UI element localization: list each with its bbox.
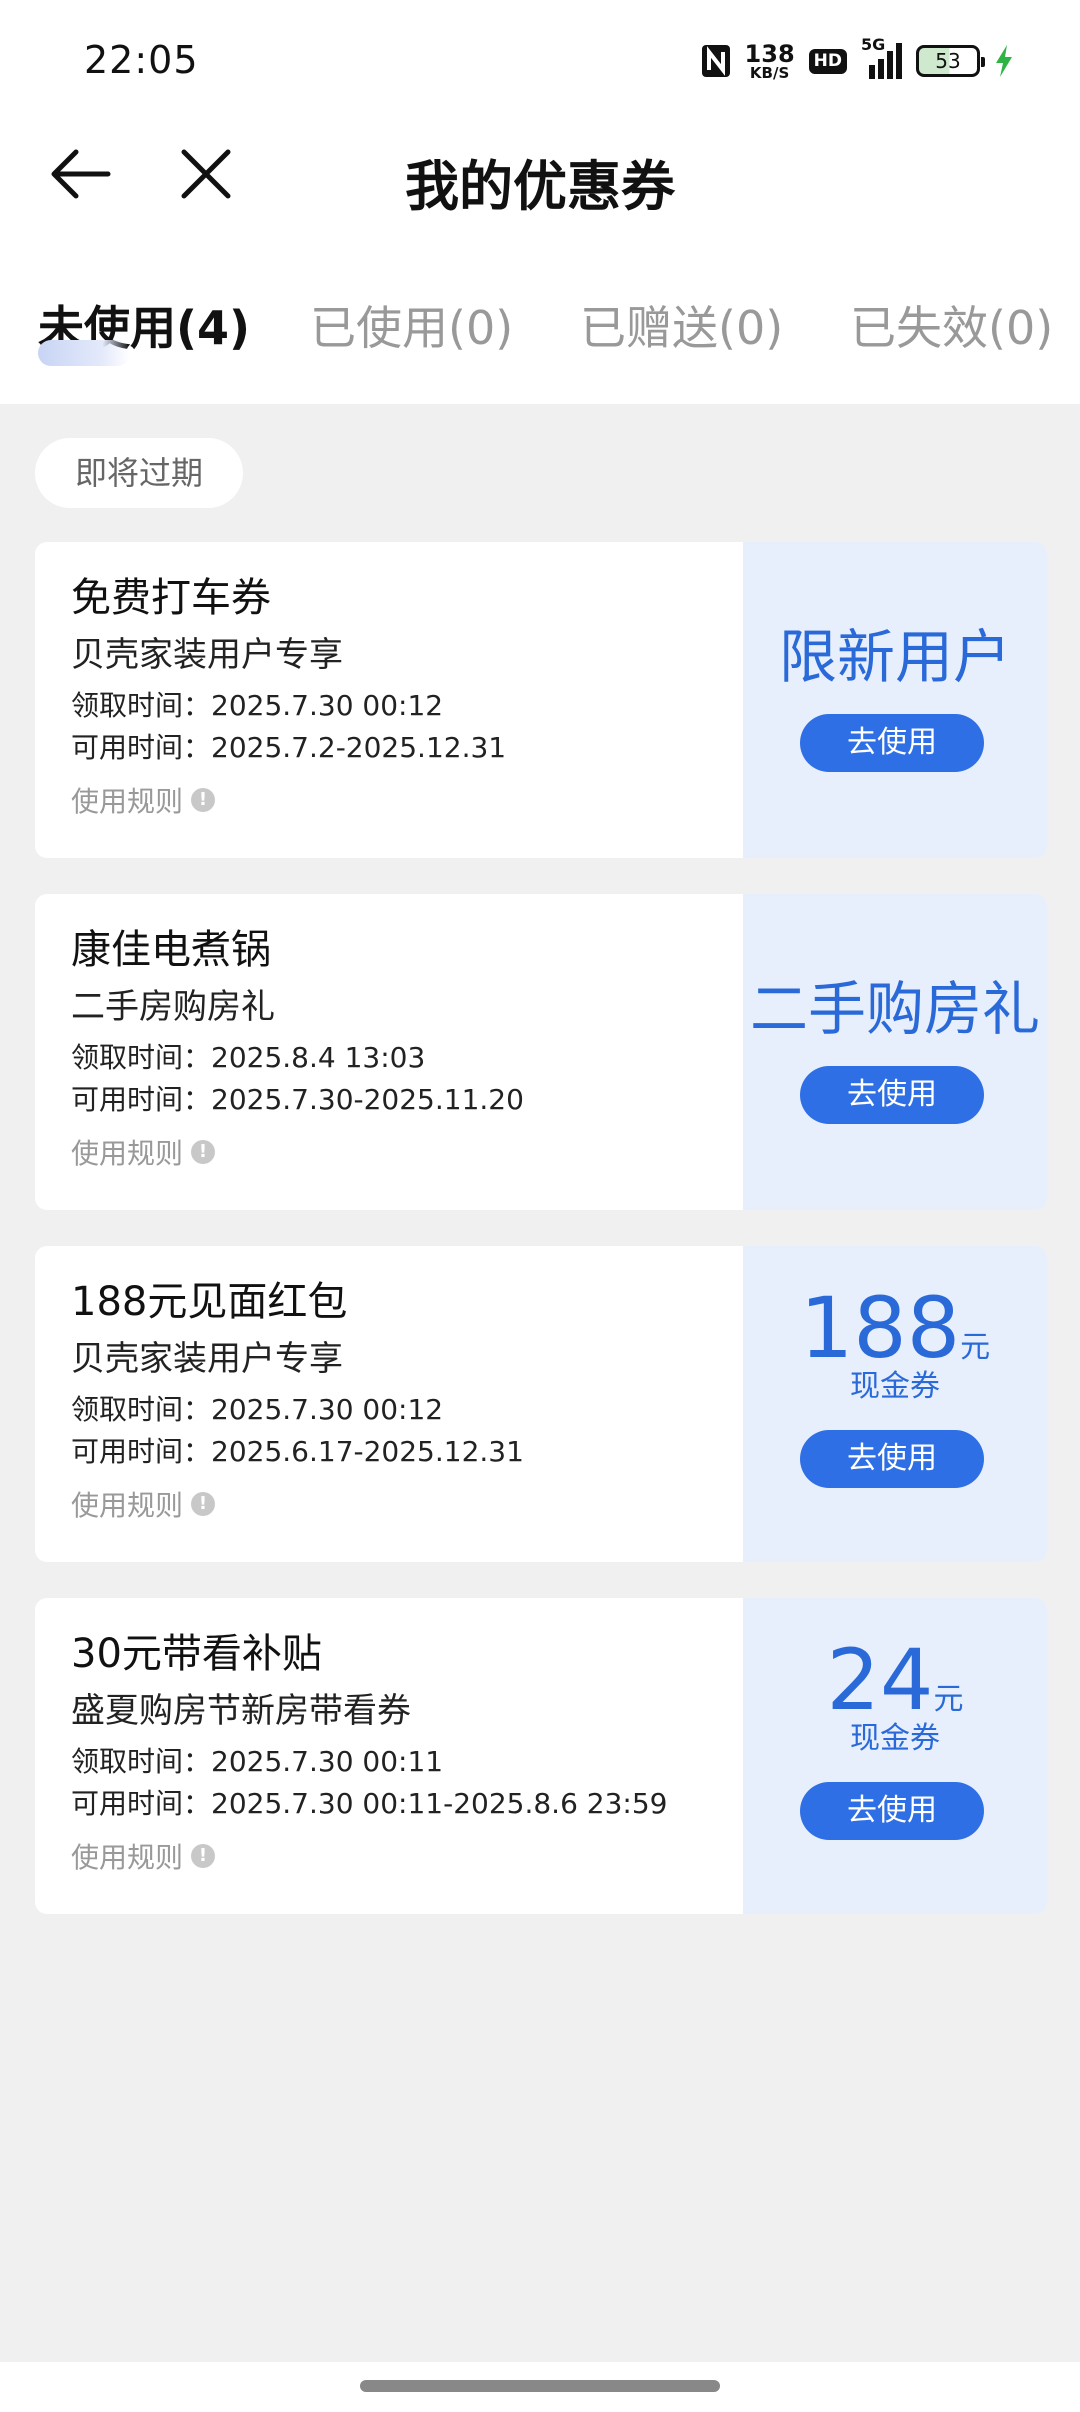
network-speed: 138 KB/S bbox=[744, 39, 795, 82]
tab-used[interactable]: 已使用(0) bbox=[310, 292, 513, 358]
coupon-card: 30元带看补贴 盛夏购房节新房带看券 领取时间：2025.7.30 00:11 … bbox=[35, 1598, 1047, 1914]
coupon-subtitle: 贝壳家装用户专享 bbox=[71, 635, 343, 675]
signal-icon: 5G bbox=[861, 35, 902, 79]
coupon-valid-time: 可用时间：2025.7.2-2025.12.31 bbox=[71, 731, 507, 764]
use-coupon-button[interactable]: 去使用 bbox=[800, 1430, 984, 1488]
coupon-info: 30元带看补贴 盛夏购房节新房带看券 领取时间：2025.7.30 00:11 … bbox=[35, 1598, 743, 1914]
coupon-subtitle: 二手房购房礼 bbox=[71, 987, 275, 1027]
page-title: 我的优惠券 bbox=[405, 155, 675, 218]
home-indicator[interactable] bbox=[360, 2380, 720, 2392]
expiring-soon-chip[interactable]: 即将过期 bbox=[35, 438, 243, 508]
coupon-subtitle: 盛夏购房节新房带看券 bbox=[71, 1691, 411, 1731]
coupon-title: 免费打车券 bbox=[71, 575, 271, 621]
nfc-icon bbox=[701, 44, 731, 78]
nav-header: 我的优惠券 bbox=[0, 120, 1080, 270]
coupon-action-panel: 限新用户 去使用 bbox=[743, 542, 1047, 858]
coupon-received-time: 领取时间：2025.7.30 00:11 bbox=[71, 1745, 444, 1778]
use-coupon-button[interactable]: 去使用 bbox=[800, 1066, 984, 1124]
coupon-valid-time: 可用时间：2025.6.17-2025.12.31 bbox=[71, 1435, 524, 1468]
info-icon: ! bbox=[191, 1844, 216, 1868]
coupon-amount: 24元 bbox=[826, 1631, 964, 1729]
battery-icon: 53 bbox=[916, 45, 985, 77]
coupon-type: 现金券 bbox=[850, 1369, 940, 1404]
coupon-type: 现金券 bbox=[850, 1721, 940, 1756]
coupon-amount: 188元 bbox=[799, 1279, 991, 1377]
coupon-label: 二手购房礼 bbox=[749, 975, 1040, 1043]
coupon-tabs: 未使用(4) 已使用(0) 已赠送(0) 已失效(0) bbox=[0, 270, 1080, 404]
status-time: 22:05 bbox=[84, 38, 199, 82]
active-tab-indicator bbox=[38, 340, 130, 366]
tab-gifted[interactable]: 已赠送(0) bbox=[580, 292, 783, 358]
coupon-info: 康佳电煮锅 二手房购房礼 领取时间：2025.8.4 13:03 可用时间：20… bbox=[35, 894, 743, 1210]
coupon-action-panel: 24元 现金券 去使用 bbox=[743, 1598, 1047, 1914]
coupon-info: 免费打车券 贝壳家装用户专享 领取时间：2025.7.30 00:12 可用时间… bbox=[35, 542, 743, 858]
coupon-info: 188元见面红包 贝壳家装用户专享 领取时间：2025.7.30 00:12 可… bbox=[35, 1246, 743, 1562]
charging-bolt-icon bbox=[994, 44, 1014, 78]
coupon-received-time: 领取时间：2025.7.30 00:12 bbox=[71, 689, 444, 722]
coupon-title: 188元见面红包 bbox=[71, 1279, 348, 1325]
coupon-action-panel: 188元 现金券 去使用 bbox=[743, 1246, 1047, 1562]
info-icon: ! bbox=[191, 1140, 216, 1164]
status-bar: 22:05 138 KB/S HD 5G 53 bbox=[0, 0, 1080, 120]
coupon-received-time: 领取时间：2025.7.30 00:12 bbox=[71, 1393, 444, 1426]
info-icon: ! bbox=[191, 1492, 216, 1516]
coupon-label: 限新用户 bbox=[778, 623, 1011, 691]
coupon-title: 康佳电煮锅 bbox=[71, 927, 271, 973]
use-coupon-button[interactable]: 去使用 bbox=[800, 1782, 984, 1840]
status-icons: 138 KB/S HD 5G 53 bbox=[701, 35, 1014, 86]
usage-rules-link[interactable]: 使用规则 ! bbox=[71, 1132, 216, 1172]
coupon-card: 188元见面红包 贝壳家装用户专享 领取时间：2025.7.30 00:12 可… bbox=[35, 1246, 1047, 1562]
coupon-valid-time: 可用时间：2025.7.30-2025.11.20 bbox=[71, 1083, 524, 1116]
usage-rules-link[interactable]: 使用规则 ! bbox=[71, 1484, 216, 1524]
use-coupon-button[interactable]: 去使用 bbox=[800, 714, 984, 772]
usage-rules-link[interactable]: 使用规则 ! bbox=[71, 1836, 216, 1876]
coupon-card: 免费打车券 贝壳家装用户专享 领取时间：2025.7.30 00:12 可用时间… bbox=[35, 542, 1047, 858]
info-icon: ! bbox=[191, 788, 216, 812]
coupon-card: 康佳电煮锅 二手房购房礼 领取时间：2025.8.4 13:03 可用时间：20… bbox=[35, 894, 1047, 1210]
coupon-action-panel: 二手购房礼 去使用 bbox=[743, 894, 1047, 1210]
coupon-title: 30元带看补贴 bbox=[71, 1631, 322, 1677]
coupon-received-time: 领取时间：2025.8.4 13:03 bbox=[71, 1041, 426, 1074]
hd-badge: HD bbox=[808, 48, 847, 74]
usage-rules-link[interactable]: 使用规则 ! bbox=[71, 780, 216, 820]
coupon-valid-time: 可用时间：2025.7.30 00:11-2025.8.6 23:59 bbox=[71, 1787, 668, 1820]
tab-expired[interactable]: 已失效(0) bbox=[850, 292, 1053, 358]
coupon-subtitle: 贝壳家装用户专享 bbox=[71, 1339, 343, 1379]
